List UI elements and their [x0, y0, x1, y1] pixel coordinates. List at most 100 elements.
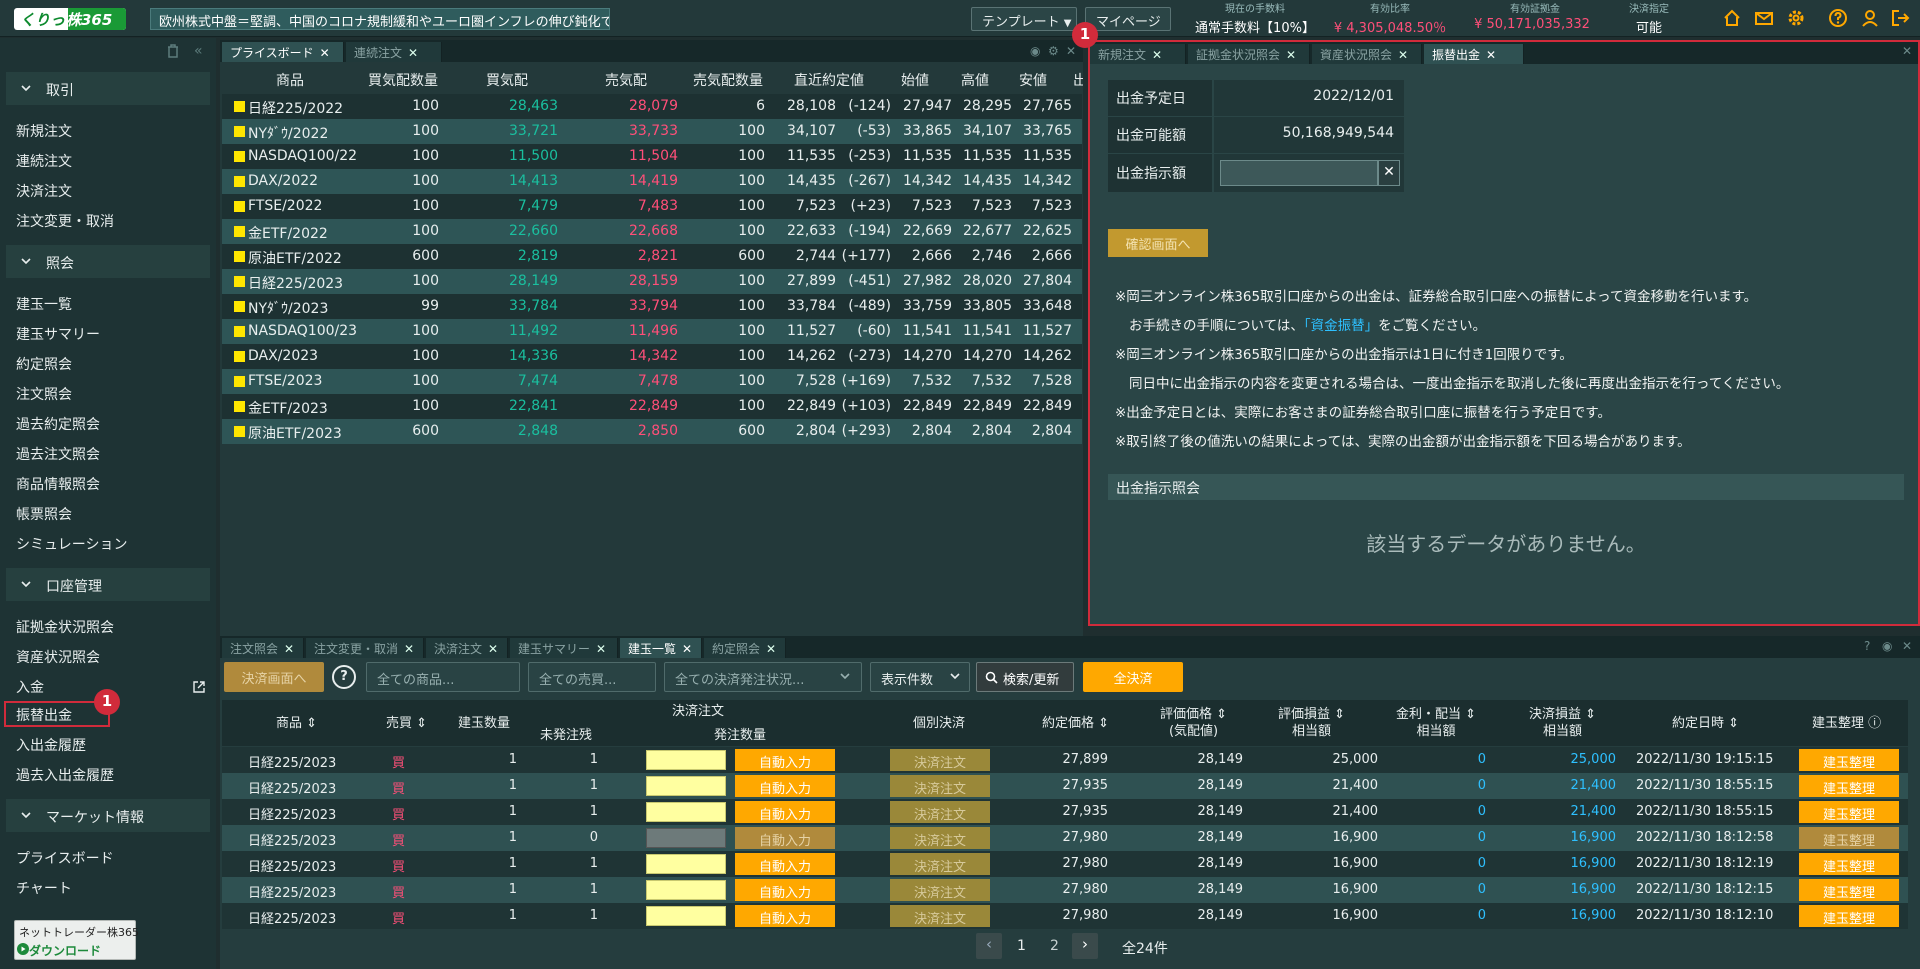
position-manage-button[interactable]: 建玉整理 [1799, 905, 1899, 927]
tab-position-list[interactable]: 建玉一覧 ✕ [620, 638, 702, 658]
news-ticker[interactable]: 欧州株式中盤＝堅調、中国のコロナ規制緩和やユーロ圏インフレの伸び鈍化で [150, 8, 610, 30]
position-manage-button[interactable]: 建玉整理 [1799, 801, 1899, 823]
price-row[interactable]: FTSE/2022 100 7,479 7,483 100 7,523 (+23) 7,523… [222, 194, 1082, 219]
close-icon[interactable]: ✕ [284, 642, 294, 656]
tab-order-inquiry[interactable]: 注文照会 ✕ [222, 638, 304, 658]
sidebar-item-deposit-history[interactable]: 入出金履歴 [16, 735, 86, 755]
sidebar-item-new-order[interactable]: 新規注文 [16, 121, 72, 141]
order-qty-input[interactable] [646, 750, 726, 770]
sidebar-item-deposit[interactable]: 入金 [16, 677, 44, 697]
cell-bid[interactable]: 33,784 [509, 298, 558, 314]
tab-price-board[interactable]: プライスボード ✕ [222, 42, 344, 62]
price-row[interactable]: 金ETF/2022 100 22,660 22,668 100 22,633 (-194) 2… [222, 219, 1082, 244]
close-icon[interactable]: ✕ [1286, 48, 1296, 62]
cell-bid[interactable]: 14,413 [509, 173, 558, 189]
help-icon[interactable]: ? [332, 665, 356, 689]
tab-asset-status[interactable]: 資産状況照会 ✕ [1312, 44, 1422, 64]
sidebar-item-order-change[interactable]: 注文変更・取消 [16, 211, 114, 231]
cell-bid[interactable]: 2,819 [518, 248, 558, 264]
close-icon[interactable]: ✕ [1902, 44, 1912, 58]
mail-icon[interactable] [1754, 8, 1774, 28]
price-row[interactable]: DAX/2022 100 14,413 14,419 100 14,435 (-267) 14… [222, 169, 1082, 194]
tab-new-order[interactable]: 新規注文 ✕ [1090, 44, 1186, 64]
close-icon[interactable]: ✕ [320, 46, 330, 60]
cell-bid[interactable]: 33,721 [509, 123, 558, 139]
price-row[interactable]: 原油ETF/2022 600 2,819 2,821 600 2,744 (+177) 2,6… [222, 244, 1082, 269]
trash-icon[interactable] [166, 44, 180, 58]
auto-input-button[interactable]: 自動入力 [735, 801, 835, 823]
price-row[interactable]: 日経225/2023 100 28,149 28,159 100 27,899 (-451)… [222, 269, 1082, 294]
cell-ask[interactable]: 7,478 [638, 373, 678, 389]
header-eval-price[interactable]: 評価価格 ⇕ (気配値) [1160, 706, 1227, 740]
cell-ask[interactable]: 33,733 [629, 123, 678, 139]
chevron-right-icon[interactable]: › [1072, 933, 1098, 959]
cell-ask[interactable]: 11,496 [629, 323, 678, 339]
order-qty-input[interactable] [646, 880, 726, 900]
template-dropdown[interactable]: テンプレート ▼ [971, 7, 1077, 31]
sidebar-item-transfer-withdrawal[interactable]: 振替出金 [16, 705, 72, 725]
help-icon[interactable]: ? [1864, 639, 1870, 653]
close-icon[interactable]: ✕ [408, 46, 418, 60]
cell-bid[interactable]: 7,474 [518, 373, 558, 389]
price-row[interactable]: DAX/2023 100 14,336 14,342 100 14,262 (-273) 14… [222, 344, 1082, 369]
cell-ask[interactable]: 33,794 [629, 298, 678, 314]
header-product[interactable]: 商品 ⇕ [276, 715, 317, 732]
download-button[interactable]: ネットトレーダー株365 ダウンロード [14, 920, 139, 960]
tab-margin-status[interactable]: 証拠金状況照会 ✕ [1188, 44, 1310, 64]
header-eval-pl[interactable]: 評価損益 ⇕ 相当額 [1278, 706, 1345, 740]
cell-ask[interactable]: 22,849 [629, 398, 678, 414]
sidebar-item-settle-order[interactable]: 決済注文 [16, 181, 72, 201]
header-interest[interactable]: 金利・配当 ⇕ 相当額 [1396, 706, 1476, 740]
section-trading[interactable]: 取引 [6, 72, 210, 105]
settle-screen-button[interactable]: 決済画面へ [224, 662, 324, 692]
close-icon[interactable]: ✕ [596, 642, 606, 656]
confirm-screen-button[interactable]: 確認画面へ [1108, 229, 1208, 257]
eye-icon[interactable]: ◉ [1882, 639, 1892, 653]
section-inquiry[interactable]: 照会 [6, 245, 210, 278]
help-icon[interactable]: ⓘ [1868, 716, 1881, 731]
display-count-dropdown[interactable]: 表示件数 [870, 662, 970, 692]
withdrawal-amount-input[interactable] [1220, 160, 1378, 186]
sidebar-item-positions[interactable]: 建玉一覧 [16, 294, 72, 314]
cell-bid[interactable]: 7,479 [518, 198, 558, 214]
home-icon[interactable] [1722, 8, 1742, 28]
price-row[interactable]: 原油ETF/2023 600 2,848 2,850 600 2,804 (+293) 2,8… [222, 419, 1082, 444]
fund-transfer-link[interactable]: 「資金振替」 [1304, 318, 1378, 334]
external-link-icon[interactable] [192, 680, 206, 694]
header-side[interactable]: 売買 ⇕ [386, 715, 427, 732]
section-account[interactable]: 口座管理 [6, 568, 210, 601]
side-filter[interactable]: 全ての売買... [528, 662, 656, 692]
sidebar-item-margin-status[interactable]: 証拠金状況照会 [16, 617, 114, 637]
position-manage-button[interactable]: 建玉整理 [1799, 853, 1899, 875]
clear-icon[interactable]: ✕ [1378, 160, 1400, 186]
cell-ask[interactable]: 28,079 [629, 98, 678, 114]
tab-settle-order[interactable]: 決済注文 ✕ [426, 638, 508, 658]
close-icon[interactable]: ✕ [766, 642, 776, 656]
sidebar-item-continuous-order[interactable]: 連続注文 [16, 151, 72, 171]
close-icon[interactable]: ✕ [1398, 48, 1408, 62]
cell-ask[interactable]: 28,159 [629, 273, 678, 289]
cell-ask[interactable]: 22,668 [629, 223, 678, 239]
position-manage-button[interactable]: 建玉整理 [1799, 749, 1899, 771]
position-manage-button[interactable]: 建玉整理 [1799, 775, 1899, 797]
order-qty-input[interactable] [646, 906, 726, 926]
page-2[interactable]: 2 [1050, 938, 1059, 954]
sidebar-item-chart[interactable]: チャート [16, 878, 72, 898]
header-settle-pl[interactable]: 決済損益 ⇕ 相当額 [1529, 706, 1596, 740]
position-manage-button[interactable]: 建玉整理 [1799, 879, 1899, 901]
cell-bid[interactable]: 28,149 [509, 273, 558, 289]
page-1[interactable]: 1 [1017, 938, 1026, 954]
section-market[interactable]: マーケット情報 [6, 799, 210, 832]
order-qty-input[interactable] [646, 854, 726, 874]
app-logo[interactable]: くりっく 株365 [14, 8, 126, 30]
close-icon[interactable]: ✕ [1486, 48, 1496, 62]
tab-continuous-order[interactable]: 連続注文 ✕ [346, 42, 442, 62]
user-icon[interactable] [1860, 8, 1880, 28]
close-icon[interactable]: ✕ [1066, 44, 1076, 58]
logout-icon[interactable] [1890, 8, 1910, 28]
tab-position-summary[interactable]: 建玉サマリー ✕ [510, 638, 618, 658]
sidebar-item-position-summary[interactable]: 建玉サマリー [16, 324, 100, 344]
tab-order-change[interactable]: 注文変更・取消 ✕ [306, 638, 424, 658]
close-icon[interactable]: ✕ [488, 642, 498, 656]
product-filter[interactable]: 全ての商品... [366, 662, 520, 692]
